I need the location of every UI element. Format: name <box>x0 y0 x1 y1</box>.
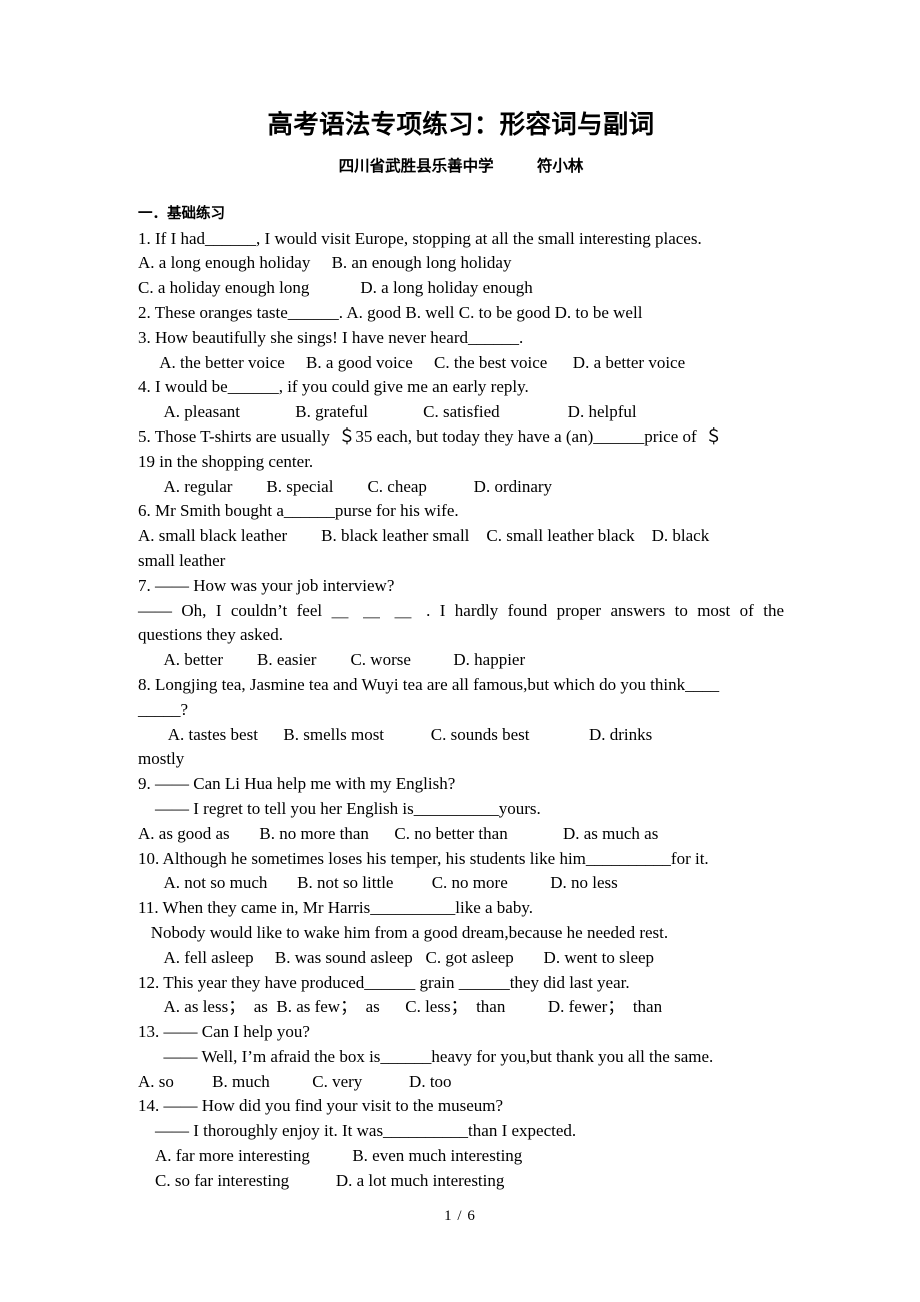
option-line: C. a holiday enough long D. a long holid… <box>138 278 533 298</box>
option-line: A. not so much B. not so little C. no mo… <box>138 873 618 893</box>
question-line: _____? <box>138 699 189 719</box>
question-line: 8. Longjing tea, Jasmine tea and Wuyi te… <box>138 674 720 694</box>
question-line: 4. I would be______, if you could give m… <box>138 377 529 397</box>
author-affiliation: 四川省武胜县乐善中学 符小林 <box>338 155 584 175</box>
option-line: small leather <box>138 550 226 570</box>
question-line: 13. —— Can I help you? <box>138 1022 310 1042</box>
option-line: A. small black leather B. black leather … <box>138 526 710 546</box>
question-line: 10. Although he sometimes loses his temp… <box>138 848 709 868</box>
option-line: A. as good as B. no more than C. no bett… <box>138 823 659 843</box>
question-line: 6. Mr Smith bought a______purse for his … <box>138 501 459 521</box>
option-line: A. tastes best B. smells most C. sounds … <box>138 724 653 744</box>
question-line: Nobody would like to wake him from a goo… <box>138 922 669 942</box>
option-line: A. better B. easier C. worse D. happier <box>138 650 526 670</box>
question-line: 14. —— How did you find your visit to th… <box>138 1096 504 1116</box>
question-line: 5. Those T-shirts are usually ＄35 each, … <box>138 426 723 446</box>
section-heading: 一．基础练习 <box>138 205 225 223</box>
option-line: A. regular B. special C. cheap D. ordina… <box>138 476 553 496</box>
question-line: 19 in the shopping center. <box>138 451 314 471</box>
question-line: —— I regret to tell you her English is__… <box>138 798 541 818</box>
document-page: 高考语法专项练习：形容词与副词 四川省武胜县乐善中学 符小林 一．基础练习 1.… <box>0 0 920 1302</box>
question-line: 2. These oranges taste______. A. good B.… <box>138 302 643 322</box>
document-body: 高考语法专项练习：形容词与副词 四川省武胜县乐善中学 符小林 一．基础练习 1.… <box>138 0 784 1194</box>
question-line: 9. —— Can Li Hua help me with my English… <box>138 774 456 794</box>
question-line: 12. This year they have produced______ g… <box>138 972 630 992</box>
question-line: questions they asked. <box>138 625 283 645</box>
option-line: A. far more interesting B. even much int… <box>138 1146 523 1166</box>
page-number: 1 / 6 <box>444 1208 476 1224</box>
option-line: mostly <box>138 749 185 769</box>
question-line: 11. When they came in, Mr Harris________… <box>138 898 533 918</box>
question-line: 7. —— How was your job interview? <box>138 575 395 595</box>
question-line: 1. If I had______, I would visit Europe,… <box>138 228 702 248</box>
question-line: —— Oh, I couldn’t feel ＿ ＿ ＿ . I hardly … <box>138 600 784 620</box>
option-line: A. a long enough holiday B. an enough lo… <box>138 253 512 273</box>
option-line: A. pleasant B. grateful C. satisfied D. … <box>138 402 637 422</box>
page-title: 高考语法专项练习：形容词与副词 <box>267 110 655 140</box>
question-line: —— I thoroughly enjoy it. It was________… <box>138 1121 577 1141</box>
option-line: A. the better voice B. a good voice C. t… <box>138 352 686 372</box>
option-line: C. so far interesting D. a lot much inte… <box>138 1170 505 1190</box>
question-line: 3. How beautifully she sings! I have nev… <box>138 327 524 347</box>
option-line: A. fell asleep B. was sound asleep C. go… <box>138 947 655 967</box>
option-line: A. so B. much C. very D. too <box>138 1071 452 1091</box>
option-line: A. as less； as B. as few； as C. less； th… <box>138 997 663 1017</box>
question-line: —— Well, I’m afraid the box is______heav… <box>138 1046 714 1066</box>
exercise-list: 1. If I had______, I would visit Europe,… <box>138 225 784 1194</box>
